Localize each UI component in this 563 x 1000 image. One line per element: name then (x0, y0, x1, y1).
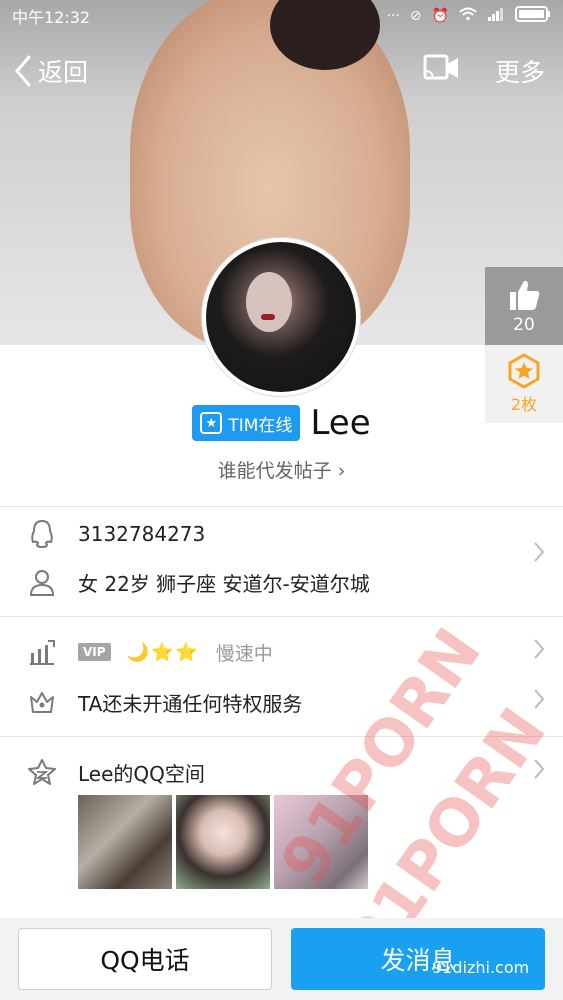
no-disturb-icon: ⊘ (409, 8, 422, 24)
avatar-face (246, 272, 292, 332)
qzone-photo[interactable] (176, 795, 270, 889)
tim-label: TIM在线 (228, 415, 293, 436)
personal-info-row[interactable]: 女 22岁 狮子座 安道尔-安道尔城 (0, 562, 563, 602)
qq-number-row[interactable]: 3132784273 (0, 514, 563, 554)
like-count: 20 (513, 315, 535, 335)
chevron-right-icon (533, 638, 545, 666)
profile-name: Lee (310, 403, 371, 443)
more-button[interactable]: 更多 (495, 53, 545, 89)
back-button[interactable]: 返回 (14, 53, 88, 89)
status-bar: 中午12:32 ··· ⊘ ⏰ (0, 0, 563, 32)
vip-tag: VIP (78, 643, 111, 661)
privilege-text: TA还未开通任何特权服务 (78, 691, 303, 716)
chevron-right-icon (533, 758, 545, 786)
status-icons: ··· ⊘ ⏰ (386, 6, 551, 26)
vip-level-row[interactable]: VIP 🌙⭐⭐ 慢速中 (0, 632, 563, 672)
back-label: 返回 (38, 58, 89, 87)
avatar-image (206, 242, 356, 392)
name-row: ★ TIM在线 Lee (0, 402, 563, 444)
qzone-star-icon (22, 758, 62, 786)
signature[interactable]: 谁能代发帖子 › (0, 456, 563, 483)
wifi-icon (459, 7, 477, 25)
qzone-photo[interactable] (78, 795, 172, 889)
avatar[interactable] (202, 238, 360, 396)
level-chart-icon (22, 639, 62, 665)
dots-icon: ··· (386, 8, 400, 24)
qzone-row[interactable]: Lee的QQ空间 (0, 752, 563, 792)
avatar-lips (261, 314, 275, 320)
chevron-right-icon (533, 541, 545, 569)
personal-info: 女 22岁 狮子座 安道尔-安道尔城 (78, 571, 370, 596)
divider (0, 736, 563, 737)
qzone-photo[interactable] (274, 795, 368, 889)
back-arrow-icon (15, 55, 31, 87)
divider (0, 506, 563, 507)
status-time: 中午12:32 (12, 8, 91, 27)
person-icon (22, 568, 62, 596)
qq-number: 3132784273 (78, 522, 206, 546)
chevron-right-icon (533, 688, 545, 716)
nav-actions: 更多 (423, 53, 545, 89)
cast-video-icon[interactable] (423, 53, 461, 89)
qzone-photos (78, 795, 368, 889)
qq-call-button[interactable]: QQ电话 (18, 928, 272, 990)
like-button[interactable]: 20 (485, 267, 563, 345)
level-icons: 🌙⭐⭐ (126, 641, 200, 663)
penguin-icon (22, 519, 62, 549)
battery-icon (515, 6, 551, 26)
thumbs-up-icon (510, 280, 540, 310)
nav-bar: 返回 更多 (0, 46, 563, 96)
site-watermark: 91dizhi.com (432, 958, 530, 977)
side-panel: 20 2枚 (485, 267, 563, 423)
medal-star-icon (508, 353, 540, 389)
privilege-row[interactable]: TA还未开通任何特权服务 (0, 682, 563, 722)
alarm-icon: ⏰ (431, 8, 449, 24)
level-speed: 慢速中 (215, 642, 273, 665)
crown-icon (22, 689, 62, 715)
qzone-title: Lee的QQ空间 (78, 761, 205, 786)
signal-icon (487, 7, 505, 25)
tim-online-badge[interactable]: ★ TIM在线 (192, 405, 301, 441)
tim-star-icon: ★ (200, 412, 223, 434)
divider (0, 616, 563, 617)
